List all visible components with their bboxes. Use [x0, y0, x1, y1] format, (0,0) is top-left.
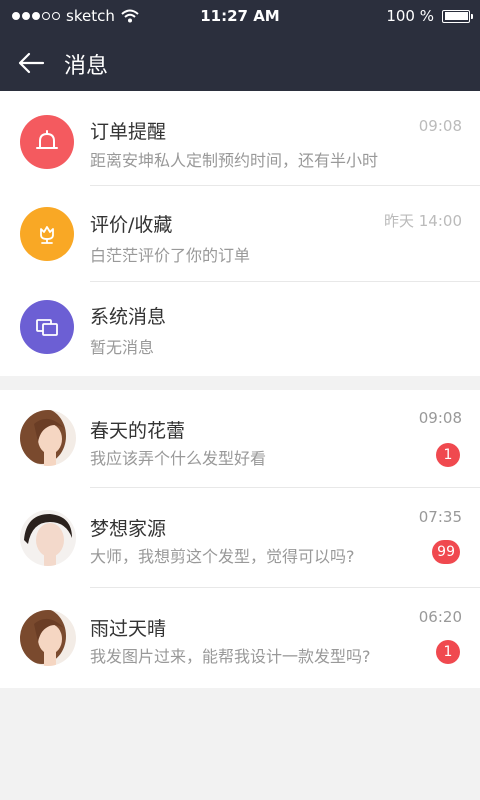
nav-bar: 消息	[0, 34, 480, 91]
list-item-system-messages[interactable]: 系统消息 暂无消息	[0, 282, 480, 376]
page-title: 消息	[64, 54, 109, 79]
chat-item[interactable]: 梦想家源 07:35 大师，我想剪这个发型，觉得可以吗? 99	[0, 488, 480, 588]
list-item-order-reminder[interactable]: 订单提醒 09:08 距离安坤私人定制预约时间，还有半小时	[0, 91, 480, 186]
item-time: 昨天 14:00	[384, 212, 462, 230]
chat-item[interactable]: 春天的花蕾 09:08 我应该弄个什么发型好看 1	[0, 390, 480, 488]
chat-message: 我应该弄个什么发型好看	[90, 449, 267, 468]
battery-percent: 100 %	[386, 7, 434, 25]
chat-name: 雨过天晴	[90, 618, 167, 640]
unread-badge: 99	[432, 540, 460, 564]
avatar	[20, 510, 76, 566]
item-subtitle: 距离安坤私人定制预约时间，还有半小时	[90, 151, 379, 170]
bell-icon	[20, 115, 74, 169]
item-time: 09:08	[418, 117, 462, 135]
flower-icon	[20, 207, 74, 261]
battery-icon	[442, 9, 473, 23]
chat-message: 我发图片过来，能帮我设计一款发型吗?	[90, 647, 371, 666]
item-subtitle: 白茫茫评价了你的订单	[90, 246, 251, 265]
chat-time: 07:35	[418, 508, 462, 526]
unread-badge: 1	[436, 443, 460, 467]
status-bar: sketch 11:27 AM 100 %	[0, 0, 480, 34]
list-item-reviews[interactable]: 评价/收藏 昨天 14:00 白茫茫评价了你的订单	[0, 186, 480, 282]
avatar	[20, 410, 76, 466]
item-title: 订单提醒	[90, 121, 167, 143]
item-title: 系统消息	[90, 306, 167, 328]
windows-icon	[20, 300, 74, 354]
chat-name: 春天的花蕾	[90, 420, 186, 442]
chat-time: 09:08	[418, 409, 462, 427]
chat-item[interactable]: 雨过天晴 06:20 我发图片过来，能帮我设计一款发型吗? 1	[0, 588, 480, 688]
battery-status: 100 %	[386, 7, 473, 25]
notification-list: 订单提醒 09:08 距离安坤私人定制预约时间，还有半小时 评价/收藏 昨天 1…	[0, 91, 480, 376]
chat-name: 梦想家源	[90, 518, 167, 540]
avatar	[20, 610, 76, 666]
back-arrow-icon[interactable]	[16, 48, 46, 78]
item-subtitle: 暂无消息	[90, 338, 155, 357]
item-title: 评价/收藏	[90, 214, 173, 236]
chat-time: 06:20	[418, 608, 462, 626]
chat-message: 大师，我想剪这个发型，觉得可以吗?	[90, 547, 355, 566]
chat-list: 春天的花蕾 09:08 我应该弄个什么发型好看 1 梦想家源 07:35 大师，…	[0, 390, 480, 688]
unread-badge: 1	[436, 640, 460, 664]
